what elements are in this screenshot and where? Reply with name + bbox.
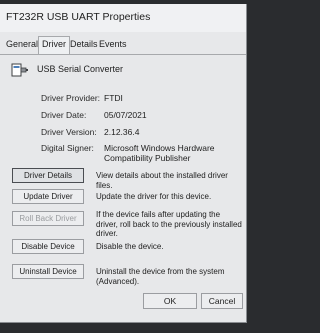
driver-details-button[interactable]: Driver Details	[12, 168, 84, 183]
driver-date-value: 05/07/2021	[104, 110, 147, 120]
window-title: FT232R USB UART Properties	[6, 11, 151, 23]
digital-signer-label: Digital Signer:	[41, 143, 94, 153]
update-driver-button[interactable]: Update Driver	[12, 189, 84, 204]
driver-provider-value: FTDI	[104, 93, 123, 103]
update-driver-description: Update the driver for this device.	[96, 192, 212, 201]
properties-dialog: FT232R USB UART Properties General Drive…	[0, 4, 247, 323]
device-name: USB Serial Converter	[37, 64, 124, 74]
ok-button[interactable]: OK	[143, 293, 197, 309]
usb-device-icon	[10, 59, 30, 79]
driver-date-label: Driver Date:	[41, 110, 87, 120]
digital-signer-value: Microsoft Windows Hardware Compatibility…	[104, 143, 215, 163]
disable-device-description: Disable the device.	[96, 242, 164, 251]
uninstall-device-description: Uninstall the device from the system (Ad…	[96, 267, 225, 286]
tab-strip: General Driver Details Events	[0, 36, 246, 55]
driver-version-label: Driver Version:	[41, 127, 97, 137]
uninstall-device-button[interactable]: Uninstall Device	[12, 264, 84, 279]
title-bar[interactable]: FT232R USB UART Properties	[0, 4, 246, 32]
tab-events[interactable]: Events	[99, 39, 127, 49]
disable-device-button[interactable]: Disable Device	[12, 239, 84, 254]
tab-general[interactable]: General	[6, 39, 38, 49]
driver-details-description: View details about the installed driver …	[96, 171, 228, 190]
driver-provider-label: Driver Provider:	[41, 93, 101, 103]
driver-version-value: 2.12.36.4	[104, 127, 140, 137]
tab-driver[interactable]: Driver	[38, 36, 70, 54]
cancel-button[interactable]: Cancel	[201, 293, 243, 309]
roll-back-driver-button[interactable]: Roll Back Driver	[12, 211, 84, 226]
tab-details[interactable]: Details	[70, 39, 98, 49]
roll-back-driver-description: If the device fails after updating the d…	[96, 210, 242, 238]
